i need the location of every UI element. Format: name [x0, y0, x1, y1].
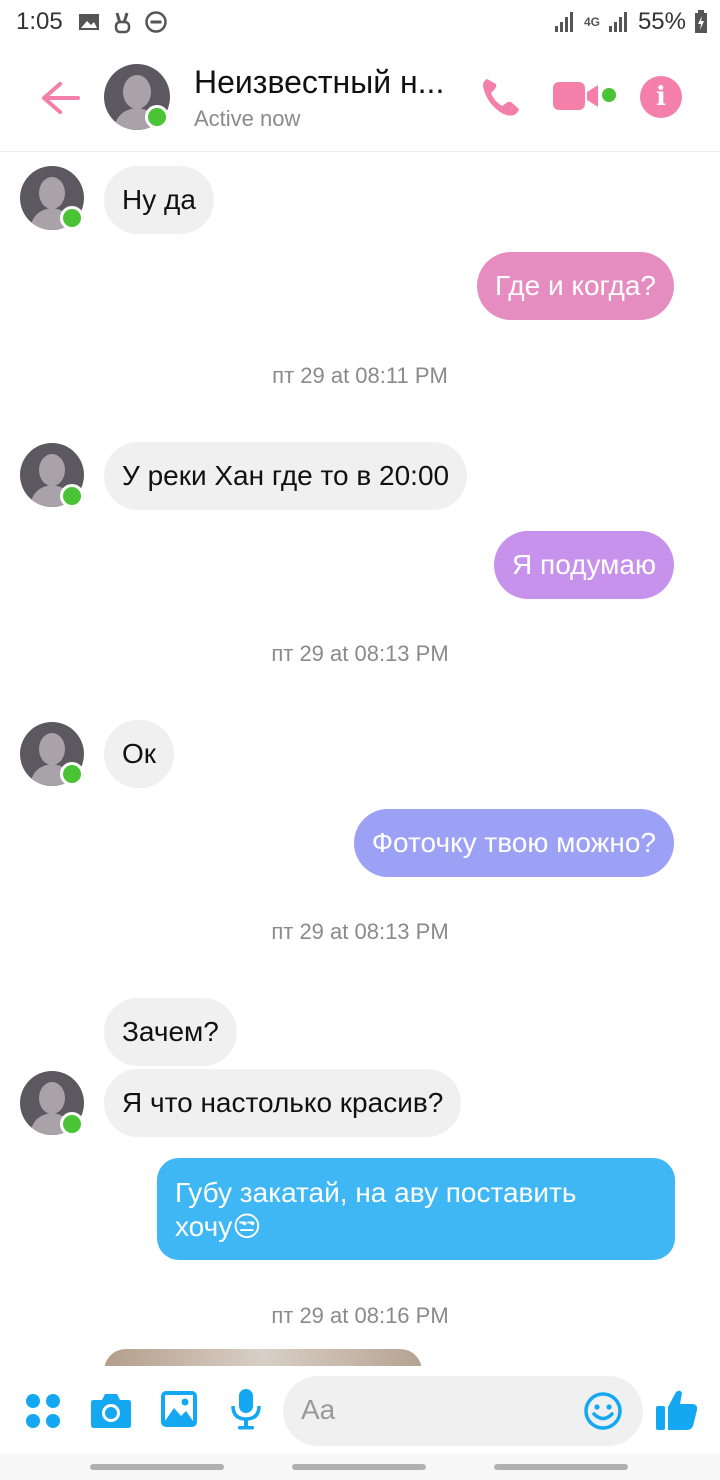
nav-back-pill[interactable] — [494, 1464, 628, 1470]
peace-hand-icon — [114, 12, 131, 34]
gallery-notification-icon — [79, 14, 99, 30]
nav-home-pill[interactable] — [292, 1464, 426, 1470]
active-status: Active now — [194, 106, 301, 131]
phone-call-icon[interactable] — [478, 74, 524, 120]
message-timestamp: пт 29 at 08:16 PM — [271, 1303, 449, 1328]
online-indicator — [145, 105, 169, 129]
thumbs-up-icon[interactable] — [655, 1388, 699, 1432]
message-incoming[interactable]: Я что настолько красив? — [104, 1069, 462, 1137]
message-line-2: хочу😒 — [175, 1211, 262, 1242]
do-not-disturb-icon — [145, 11, 167, 33]
message-input[interactable]: Aa — [283, 1376, 643, 1446]
message-incoming[interactable]: Ок — [104, 720, 175, 788]
camera-icon[interactable] — [89, 1390, 133, 1430]
message-outgoing[interactable]: Я подумаю — [494, 531, 674, 599]
more-apps-icon[interactable] — [24, 1392, 62, 1430]
online-indicator — [60, 762, 84, 786]
online-indicator — [60, 1112, 84, 1136]
emoji-icon[interactable] — [583, 1391, 623, 1431]
gallery-icon[interactable] — [160, 1390, 198, 1428]
message-outgoing[interactable]: Где и когда? — [477, 252, 674, 320]
message-input-placeholder: Aa — [301, 1394, 336, 1425]
signal-icon-2 — [608, 12, 627, 32]
network-type: 4G — [583, 15, 600, 29]
message-outgoing[interactable]: Губу закатай, на аву поставить хочу😒 — [157, 1158, 675, 1260]
video-active-dot — [602, 88, 616, 102]
message-outgoing[interactable]: Фоточку твою можно? — [353, 809, 674, 877]
status-bar: 1:05 4G 55% — [0, 0, 720, 48]
message-incoming[interactable]: У реки Хан где то в 20:00 — [104, 442, 468, 510]
battery-percent: 55% — [637, 8, 686, 35]
message-line-1: Губу закатай, на аву поставить — [175, 1177, 577, 1208]
message-incoming[interactable]: Ну да — [104, 166, 214, 234]
message-timestamp: пт 29 at 08:11 PM — [272, 363, 448, 388]
chat-header: Неизвестный н... Active now i — [0, 48, 720, 152]
online-indicator — [60, 206, 84, 230]
composer-bar: Aa — [0, 1366, 720, 1456]
system-nav-bar — [0, 1454, 720, 1480]
status-time: 1:05 — [16, 8, 63, 35]
microphone-icon[interactable] — [230, 1388, 262, 1430]
back-arrow-icon[interactable] — [38, 78, 82, 118]
battery-charging-icon — [695, 10, 707, 33]
message-timestamp: пт 29 at 08:13 PM — [271, 641, 449, 666]
message-timestamp: пт 29 at 08:13 PM — [271, 919, 449, 944]
info-icon[interactable]: i — [640, 76, 682, 118]
message-incoming[interactable]: Зачем? — [104, 998, 237, 1066]
signal-icon — [554, 12, 573, 32]
online-indicator — [60, 484, 84, 508]
nav-recent-pill[interactable] — [90, 1464, 224, 1470]
video-call-icon[interactable] — [552, 78, 602, 114]
contact-name[interactable]: Неизвестный н... — [194, 64, 444, 101]
